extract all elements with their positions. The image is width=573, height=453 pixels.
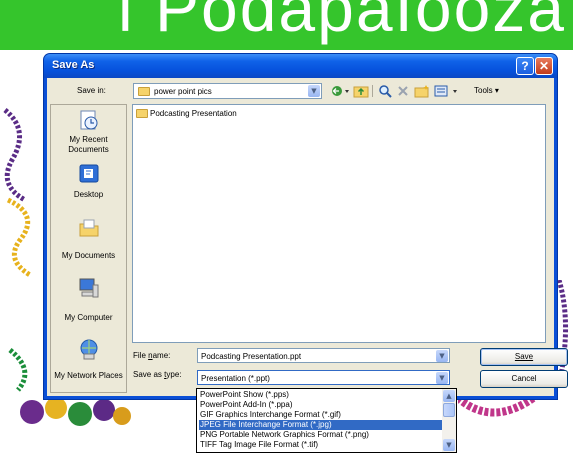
chevron-down-icon[interactable]: ▼ — [308, 85, 320, 97]
chevron-down-icon[interactable]: ▼ — [436, 372, 448, 384]
scroll-up-icon[interactable]: ▲ — [443, 390, 455, 402]
place-label: My Computer — [64, 313, 113, 322]
my-documents-icon — [79, 219, 99, 237]
scroll-down-icon[interactable]: ▼ — [443, 439, 455, 451]
help-button[interactable]: ? — [516, 57, 534, 75]
places-bar: My Recent Documents Desktop My Documents — [50, 104, 127, 393]
delete-icon[interactable] — [397, 84, 409, 98]
save-button-label: Save — [514, 352, 534, 361]
save-type-label: Save as type: — [133, 370, 182, 379]
up-folder-icon[interactable] — [353, 84, 369, 98]
save-as-dialog: Save As ? ✕ Save in: power point pics ▼ — [44, 54, 568, 399]
save-in-value: power point pics — [154, 87, 212, 96]
desktop-icon — [79, 164, 99, 183]
my-computer-icon — [79, 278, 99, 298]
option-ppa[interactable]: PowerPoint Add-In (*.ppa) — [199, 400, 443, 410]
network-places-icon — [80, 339, 98, 360]
save-in-dropdown[interactable]: power point pics ▼ — [133, 83, 322, 99]
views-icon[interactable] — [434, 84, 464, 98]
tools-menu-label: Tools — [474, 86, 493, 95]
folder-icon — [138, 87, 150, 96]
back-icon[interactable] — [331, 84, 351, 98]
cancel-button[interactable]: Cancel — [480, 370, 568, 388]
place-label: My Documents — [61, 251, 116, 260]
tools-menu[interactable]: Tools ▾ — [474, 86, 499, 95]
option-png[interactable]: PNG Portable Network Graphics Format (*.… — [199, 430, 443, 440]
option-gif[interactable]: GIF Graphics Interchange Format (*.gif) — [199, 410, 443, 420]
place-desktop[interactable]: Desktop — [51, 163, 126, 203]
save-type-value: Presentation (*.ppt) — [201, 374, 270, 383]
slide-banner: i PodapaIooza — [0, 0, 573, 50]
place-my-computer[interactable]: My Computer — [51, 277, 126, 327]
option-tif[interactable]: TIFF Tag Image File Format (*.tif) — [199, 440, 443, 450]
option-jpg[interactable]: JPEG File Interchange Format (*.jpg) — [199, 420, 443, 430]
toolbar-separator — [372, 85, 375, 97]
title-bar[interactable]: Save As ? ✕ — [44, 54, 557, 78]
save-in-label: Save in: — [77, 86, 106, 95]
folder-icon — [136, 109, 148, 118]
recent-documents-icon — [80, 110, 98, 130]
close-button[interactable]: ✕ — [535, 57, 553, 75]
dialog-client-area: Save in: power point pics ▼ Tools ▾ My R… — [47, 78, 568, 396]
option-pps[interactable]: PowerPoint Show (*.pps) — [199, 390, 443, 400]
file-name-input[interactable]: Podcasting Presentation.ppt ▼ — [197, 348, 450, 363]
place-my-documents[interactable]: My Documents — [51, 217, 126, 265]
save-type-options-list[interactable]: PowerPoint Show (*.pps) PowerPoint Add-I… — [196, 388, 457, 453]
file-list[interactable]: Podcasting Presentation — [132, 104, 546, 343]
file-name-label: Podcasting Presentation — [150, 109, 237, 118]
scroll-thumb[interactable] — [443, 403, 455, 417]
save-button[interactable]: Save — [480, 348, 568, 366]
file-name-label: File name: — [133, 351, 171, 360]
search-web-icon[interactable] — [378, 84, 392, 98]
new-folder-icon[interactable] — [414, 84, 430, 98]
chevron-down-icon[interactable]: ▼ — [436, 350, 448, 362]
decorative-beads-left — [3, 108, 32, 392]
cancel-button-label: Cancel — [511, 374, 537, 383]
place-label: My Network Places — [54, 371, 123, 380]
save-type-dropdown[interactable]: Presentation (*.ppt) ▼ — [197, 370, 450, 385]
place-label: Desktop — [73, 190, 104, 199]
file-name-value: Podcasting Presentation.ppt — [201, 352, 302, 361]
slide-banner-text: i PodapaIooza — [118, 0, 567, 45]
dialog-title: Save As — [52, 59, 95, 71]
options-scrollbar[interactable]: ▲ ▼ — [442, 389, 456, 452]
place-my-recent-documents[interactable]: My Recent Documents — [51, 109, 126, 157]
place-label: My Recent Documents — [68, 135, 109, 154]
place-my-network-places[interactable]: My Network Places — [51, 339, 126, 393]
